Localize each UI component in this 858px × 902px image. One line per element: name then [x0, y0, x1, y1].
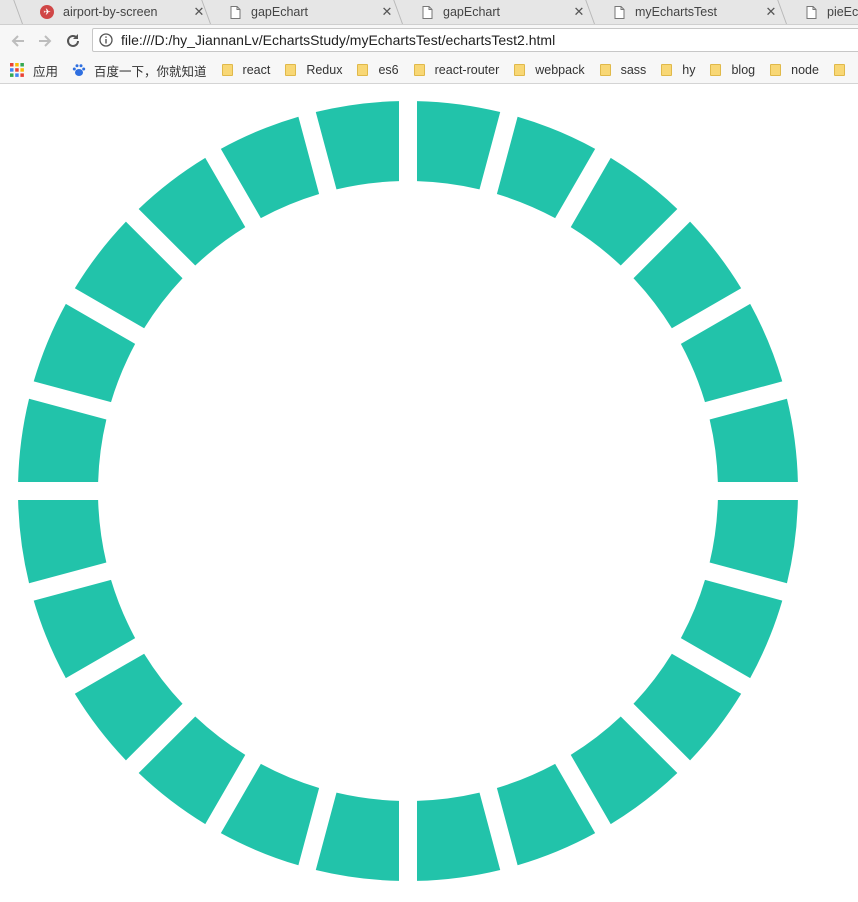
- donut-segment-5[interactable]: [680, 303, 783, 403]
- document-icon: [804, 5, 818, 19]
- donut-segment-13[interactable]: [315, 792, 400, 881]
- tab-airport-by-screen[interactable]: ✈ airport-by-screen ✕: [22, 0, 218, 24]
- donut-segment-2[interactable]: [496, 116, 596, 219]
- tab-label: myEchartsTest: [635, 5, 717, 19]
- donut-segment-6[interactable]: [709, 398, 798, 483]
- tab-label: pieEcha: [827, 5, 858, 19]
- bookmark-hy[interactable]: hy: [661, 57, 695, 83]
- folder-icon: [413, 64, 425, 76]
- tab-label: gapEchart: [251, 5, 308, 19]
- bookmark-label: node: [791, 63, 819, 77]
- bookmark-label: 百度一下，你就知道: [94, 64, 207, 79]
- donut-segment-9[interactable]: [633, 653, 742, 761]
- close-icon[interactable]: ✕: [764, 4, 778, 20]
- folder-icon: [285, 64, 297, 76]
- baidu-paw-icon: [72, 63, 86, 77]
- bookmarks-bar: 应用 百度一下，你就知道 react Redux es6 react-route…: [0, 57, 858, 84]
- back-arrow-icon[interactable]: [7, 30, 29, 52]
- browser-toolbar: file:///D:/hy_JiannanLv/EchartsStudy/myE…: [0, 25, 858, 57]
- folder-icon: [599, 64, 611, 76]
- donut-segment-14[interactable]: [220, 763, 320, 866]
- close-icon[interactable]: ✕: [192, 4, 206, 20]
- bookmark-es6[interactable]: es6: [357, 57, 399, 83]
- apps-grid-icon: [10, 63, 24, 77]
- tab-label: gapEchart: [443, 5, 500, 19]
- folder-icon: [357, 64, 369, 76]
- donut-segment-23[interactable]: [220, 116, 320, 219]
- folder-icon: [514, 64, 526, 76]
- tab-gapechart-2[interactable]: gapEchart ✕: [402, 0, 598, 24]
- address-bar[interactable]: file:///D:/hy_JiannanLv/EchartsStudy/myE…: [92, 28, 858, 52]
- donut-segment-11[interactable]: [496, 763, 596, 866]
- donut-segment-21[interactable]: [74, 221, 183, 329]
- bookmark-overflow[interactable]: [833, 57, 855, 83]
- tab-gapechart-1[interactable]: gapEchart ✕: [210, 0, 406, 24]
- donut-segment-18[interactable]: [18, 499, 107, 584]
- tab-pieechart[interactable]: pieEcha: [786, 0, 858, 24]
- bookmark-react-router[interactable]: react-router: [413, 57, 500, 83]
- document-icon: [228, 5, 242, 19]
- folder-icon: [221, 64, 233, 76]
- tab-strip: ✈ airport-by-screen ✕ gapEchart ✕ gapEch…: [0, 0, 858, 25]
- address-url: file:///D:/hy_JiannanLv/EchartsStudy/myE…: [121, 32, 556, 48]
- donut-segment-20[interactable]: [33, 303, 136, 403]
- bookmark-label: blog: [731, 63, 756, 77]
- folder-icon: [661, 64, 673, 76]
- donut-segment-24[interactable]: [315, 101, 400, 190]
- donut-segment-12[interactable]: [416, 792, 501, 881]
- bookmark-label: es6: [378, 63, 399, 77]
- forward-arrow-icon[interactable]: [34, 30, 56, 52]
- page-content: [0, 84, 858, 902]
- folder-icon: [710, 64, 722, 76]
- bookmark-blog[interactable]: blog: [710, 57, 755, 83]
- donut-segment-3[interactable]: [570, 157, 678, 266]
- bookmark-react[interactable]: react: [221, 57, 271, 83]
- bookmark-redux[interactable]: Redux: [285, 57, 342, 83]
- bookmark-webpack[interactable]: webpack: [514, 57, 585, 83]
- folder-icon: [833, 64, 845, 76]
- donut-segment-1[interactable]: [416, 101, 501, 190]
- donut-segment-22[interactable]: [138, 157, 246, 266]
- donut-segment-10[interactable]: [570, 716, 678, 825]
- donut-segment-17[interactable]: [33, 579, 136, 679]
- bookmark-label: hy: [682, 63, 696, 77]
- document-icon: [612, 5, 626, 19]
- bookmark-label: sass: [620, 63, 647, 77]
- bookmark-label: 应用: [33, 64, 59, 79]
- bookmark-label: react: [242, 63, 271, 77]
- bookmark-apps[interactable]: 应用: [10, 57, 58, 83]
- bookmark-sass[interactable]: sass: [599, 57, 647, 83]
- bookmark-baidu[interactable]: 百度一下，你就知道: [72, 57, 207, 83]
- close-icon[interactable]: ✕: [380, 4, 394, 20]
- donut-segment-16[interactable]: [74, 653, 183, 761]
- donut-segment-19[interactable]: [18, 398, 107, 483]
- donut-chart: [18, 101, 798, 881]
- donut-segment-8[interactable]: [680, 579, 783, 679]
- document-icon: [420, 5, 434, 19]
- close-icon[interactable]: ✕: [572, 4, 586, 20]
- app-favicon-icon: ✈: [40, 5, 54, 19]
- donut-segment-15[interactable]: [138, 716, 246, 825]
- donut-segment-7[interactable]: [709, 499, 798, 584]
- bookmark-label: Redux: [306, 63, 343, 77]
- folder-icon: [770, 64, 782, 76]
- bookmark-node[interactable]: node: [770, 57, 819, 83]
- tab-label: airport-by-screen: [63, 5, 158, 19]
- bookmark-label: react-router: [434, 63, 500, 77]
- tab-myechartstest[interactable]: myEchartsTest ✕: [594, 0, 790, 24]
- bookmark-label: webpack: [535, 63, 585, 77]
- info-icon[interactable]: [99, 33, 119, 47]
- donut-segment-4[interactable]: [633, 221, 742, 329]
- reload-icon[interactable]: [62, 30, 84, 52]
